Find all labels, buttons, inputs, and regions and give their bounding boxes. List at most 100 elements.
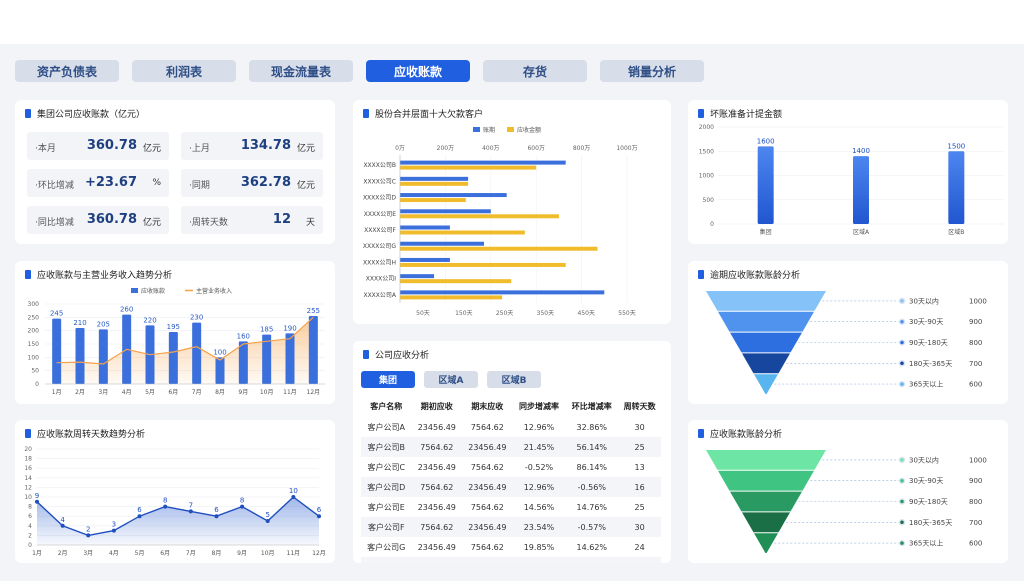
turnover-point bbox=[291, 495, 296, 499]
table-row[interactable]: 客户公司A 23456.49 7564.62 12.96% 32.86% 30 bbox=[361, 417, 661, 437]
bar-period bbox=[400, 225, 450, 230]
table-cell: 14.56% bbox=[523, 502, 555, 512]
table-row[interactable]: 客户公司C 23456.49 7564.62 -0.52% 86.14% 13 bbox=[361, 457, 661, 477]
x-tick-label: 集团 bbox=[760, 228, 772, 236]
bad-debt-panel: 坏账准备计提金额 0 500 1000 1500 2000 1600 集团 1400 区域A 15… bbox=[688, 100, 1008, 244]
tab-cash-flow[interactable]: 现金流量表 bbox=[249, 60, 353, 82]
y-tick-label: XXXX公司D bbox=[363, 195, 396, 202]
bar-amount bbox=[400, 295, 503, 300]
trend-chart: 0 50 100 150 200 250 300 应收账款 主营业务收入 245 1月 210 2月 20… bbox=[28, 287, 325, 396]
y-tick-label: 250 bbox=[28, 314, 40, 321]
bottom-tick-label: 50天 bbox=[416, 310, 430, 317]
legend-label: 主营业务收入 bbox=[196, 287, 232, 295]
overdue-panel: 逾期应收账款账龄分析 30天以内 1000 30天-90天 900 90天-180天 80… bbox=[688, 261, 1008, 404]
table-row[interactable]: 客户公司E 23456.49 7564.62 14.56% 14.76% 25 bbox=[361, 497, 661, 517]
kpi-panel-title: 集团公司应收账款（亿元） bbox=[25, 107, 145, 120]
y-tick-label: 6 bbox=[28, 513, 32, 520]
bar-amount bbox=[400, 181, 469, 186]
funnel-label: 180天-365天 bbox=[909, 360, 952, 368]
table-cell: 12.96% bbox=[512, 477, 566, 497]
data-label: 185 bbox=[260, 326, 273, 334]
table-cell: 客户公司G bbox=[367, 542, 406, 552]
x-tick-label: 2月 bbox=[58, 550, 68, 557]
table-cell: 13 bbox=[634, 462, 645, 472]
table-cell: 16 bbox=[618, 477, 661, 497]
y-tick-label: 1000 bbox=[699, 173, 714, 180]
legend-swatch-period bbox=[473, 127, 480, 132]
x-tick-label: 4月 bbox=[122, 389, 132, 396]
turnover-chart: 0 2 4 6 8 10 12 14 16 18 20 9 1月 4 2月 2 3月 3 4月 6 5月 8 6月 7 7月 6 8… bbox=[24, 446, 326, 557]
tab-inventory[interactable]: 存货 bbox=[483, 60, 587, 82]
data-label: 6 bbox=[137, 506, 142, 514]
bottom-tick-label: 250天 bbox=[496, 310, 513, 317]
x-tick-label: 12月 bbox=[307, 389, 321, 396]
tab-balance-sheet[interactable]: 资产负债表 bbox=[15, 60, 119, 82]
table-cell: 23456.49 bbox=[417, 502, 456, 512]
table-cell: 23456.49 bbox=[462, 437, 513, 457]
funnel-value: 1000 bbox=[969, 456, 987, 464]
top-tick-label: 600万 bbox=[527, 145, 544, 152]
kpi-label: ·周转天数 bbox=[189, 218, 228, 228]
table-row[interactable]: 客户公司D 7564.62 23456.49 12.96% -0.56% 16 bbox=[361, 477, 661, 497]
x-tick-label: 7月 bbox=[186, 550, 196, 557]
y-tick-label: 2000 bbox=[699, 124, 714, 131]
kpi-value: 360.78 bbox=[86, 212, 137, 227]
table-cell: 86.14% bbox=[576, 462, 608, 472]
funnel-segment bbox=[742, 512, 790, 533]
bar-period bbox=[400, 160, 566, 165]
table-cell: 23456.49 bbox=[417, 462, 456, 472]
table-cell: 客户公司B bbox=[361, 437, 412, 457]
top-tick-label: 0万 bbox=[395, 145, 405, 152]
kpi-card: ·本月 360.78 亿元 bbox=[27, 132, 169, 160]
bar-receivable bbox=[215, 357, 225, 384]
y-tick-label: 150 bbox=[28, 341, 40, 348]
table-cell: 客户公司D bbox=[361, 477, 412, 497]
table-row[interactable]: 客户公司F 7564.62 23456.49 23.54% -0.57% 30 bbox=[361, 517, 661, 537]
table-cell: 30 bbox=[618, 517, 661, 537]
table-cell: 7564.62 bbox=[411, 557, 463, 563]
table-row[interactable]: 客户公司H7564.6223456.4924.36%12.36%20 bbox=[361, 557, 661, 563]
table-row[interactable]: 客户公司B 7564.62 23456.49 21.45% 56.14% 25 bbox=[361, 437, 661, 457]
table-cell: 25 bbox=[618, 437, 661, 457]
funnel-label: 90天-180天 bbox=[909, 339, 948, 347]
funnel-value: 700 bbox=[969, 519, 982, 527]
subtab-group[interactable]: 集团 bbox=[361, 371, 415, 388]
funnel-segment bbox=[718, 470, 814, 491]
x-tick-label: 12月 bbox=[312, 550, 326, 557]
data-label: 6 bbox=[317, 506, 322, 514]
table-cell: 7564.62 bbox=[470, 462, 504, 472]
data-label: 245 bbox=[50, 310, 63, 318]
funnel-marker bbox=[898, 360, 906, 367]
bottom-tick-label: 150天 bbox=[455, 310, 472, 317]
kpi-value: 360.78 bbox=[86, 138, 137, 153]
y-tick-label: 0 bbox=[35, 381, 39, 388]
data-label: 2 bbox=[86, 525, 90, 533]
table-cell: 12.96% bbox=[523, 422, 555, 432]
subtab-region-a[interactable]: 区域A bbox=[424, 371, 478, 388]
kpi-label: ·环比增减 bbox=[35, 181, 74, 191]
funnel-marker bbox=[898, 456, 906, 464]
y-tick-label: XXXX公司H bbox=[363, 259, 396, 266]
turnover-point bbox=[240, 504, 245, 509]
x-tick-label: 区域A bbox=[853, 228, 870, 236]
data-label: 1400 bbox=[852, 147, 870, 155]
tab-income-statement[interactable]: 利润表 bbox=[132, 60, 236, 82]
bar-period bbox=[400, 176, 469, 181]
table-row[interactable]: 客户公司G 23456.49 7564.62 19.85% 14.62% 24 bbox=[361, 537, 661, 557]
table-cell: 23456.49 bbox=[417, 542, 456, 552]
subtab-region-b[interactable]: 区域B bbox=[487, 371, 541, 388]
bar-amount bbox=[400, 214, 559, 219]
funnel-label: 180天-365天 bbox=[909, 519, 952, 527]
x-tick-label: 3月 bbox=[98, 389, 108, 396]
table-cell: 7564.62 bbox=[470, 542, 504, 552]
y-tick-label: XXXX公司C bbox=[363, 178, 396, 185]
tab-sales-analysis[interactable]: 销量分析 bbox=[600, 60, 704, 82]
table-header-cell: 周转天数 bbox=[623, 401, 656, 411]
tab-receivables[interactable]: 应收账款 bbox=[366, 60, 470, 82]
data-label: 1600 bbox=[757, 137, 775, 145]
table-cell: 25 bbox=[634, 502, 645, 512]
kpi-card: ·环比增减 +23.67% bbox=[27, 169, 169, 197]
bad-debt-chart: 0 500 1000 1500 2000 1600 集团 1400 区域A 1500 区域B bbox=[699, 124, 1004, 236]
x-tick-label: 4月 bbox=[109, 550, 119, 557]
kpi-value: +23.67 bbox=[84, 175, 137, 190]
